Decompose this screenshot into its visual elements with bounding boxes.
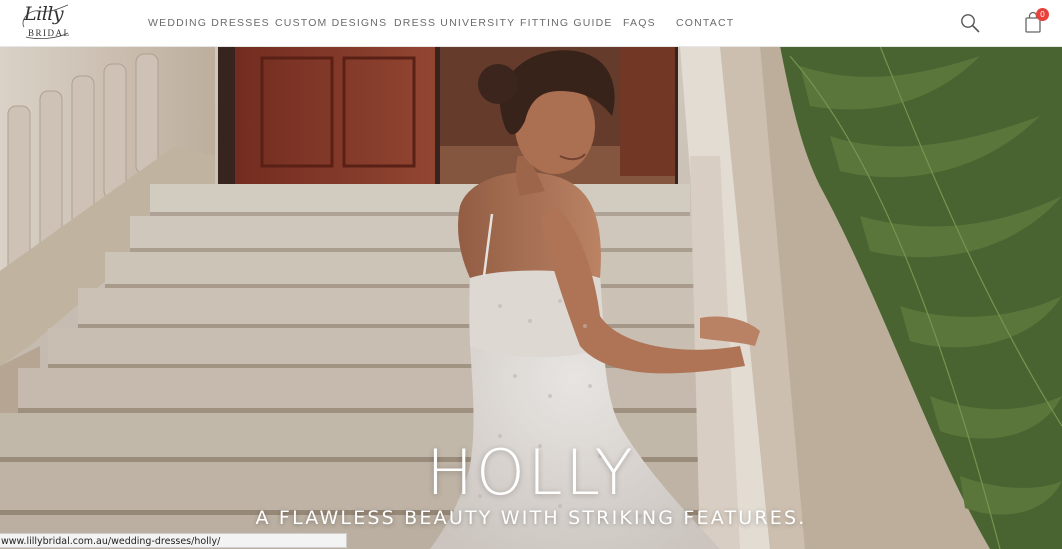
hero-subtitle: A FLAWLESS BEAUTY WITH STRIKING FEATURES… bbox=[255, 507, 807, 529]
lilly-bridal-logo[interactable]: Lilly BRIDAL bbox=[18, 3, 72, 43]
nav-item-custom-designs[interactable]: CUSTOM DESIGNS bbox=[275, 17, 387, 29]
logo-sub-text: BRIDAL bbox=[28, 28, 71, 38]
nav-item-wedding-dresses[interactable]: WEDDING DRESSES bbox=[148, 17, 270, 29]
cart-count-badge: 0 bbox=[1036, 8, 1049, 21]
nav-item-fitting-guide[interactable]: FITTING GUIDE bbox=[520, 17, 613, 29]
page: Lilly BRIDAL WEDDING DRESSES CUSTOM DESI… bbox=[0, 0, 1062, 549]
nav-item-dress-university[interactable]: DRESS UNIVERSITY bbox=[394, 17, 515, 29]
cart-button[interactable]: 0 bbox=[1024, 8, 1054, 36]
hero-title: HOLLY bbox=[426, 436, 636, 509]
site-header: Lilly BRIDAL WEDDING DRESSES CUSTOM DESI… bbox=[0, 0, 1062, 47]
nav-item-faqs[interactable]: FAQS bbox=[623, 17, 656, 29]
nav-item-contact[interactable]: CONTACT bbox=[676, 17, 734, 29]
logo-script-text: Lilly bbox=[24, 3, 64, 25]
browser-status-url: www.lillybridal.com.au/wedding-dresses/h… bbox=[0, 533, 347, 548]
hero-banner[interactable]: HOLLY A FLAWLESS BEAUTY WITH STRIKING FE… bbox=[0, 46, 1062, 549]
search-icon[interactable] bbox=[960, 13, 980, 33]
